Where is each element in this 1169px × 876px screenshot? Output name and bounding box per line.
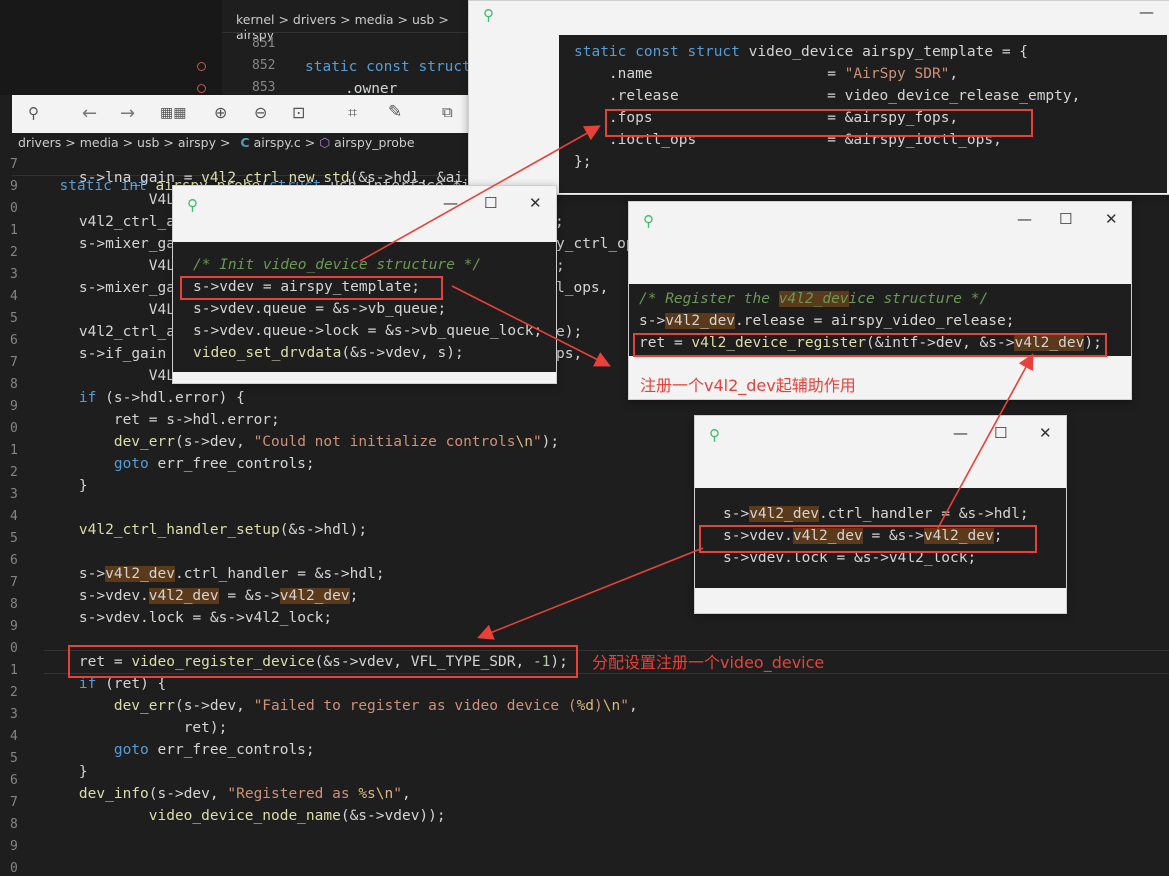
arrow-to-fops <box>359 125 601 262</box>
line-number: 8 <box>10 817 18 832</box>
arrow-to-v4l2-register <box>451 285 611 367</box>
line-number: 9 <box>10 839 18 854</box>
arrow-to-register-video <box>477 547 704 640</box>
arrow-to-v4l2-dev <box>937 353 1034 529</box>
annotation-arrows <box>359 125 1034 640</box>
line-number: 0 <box>10 861 18 876</box>
